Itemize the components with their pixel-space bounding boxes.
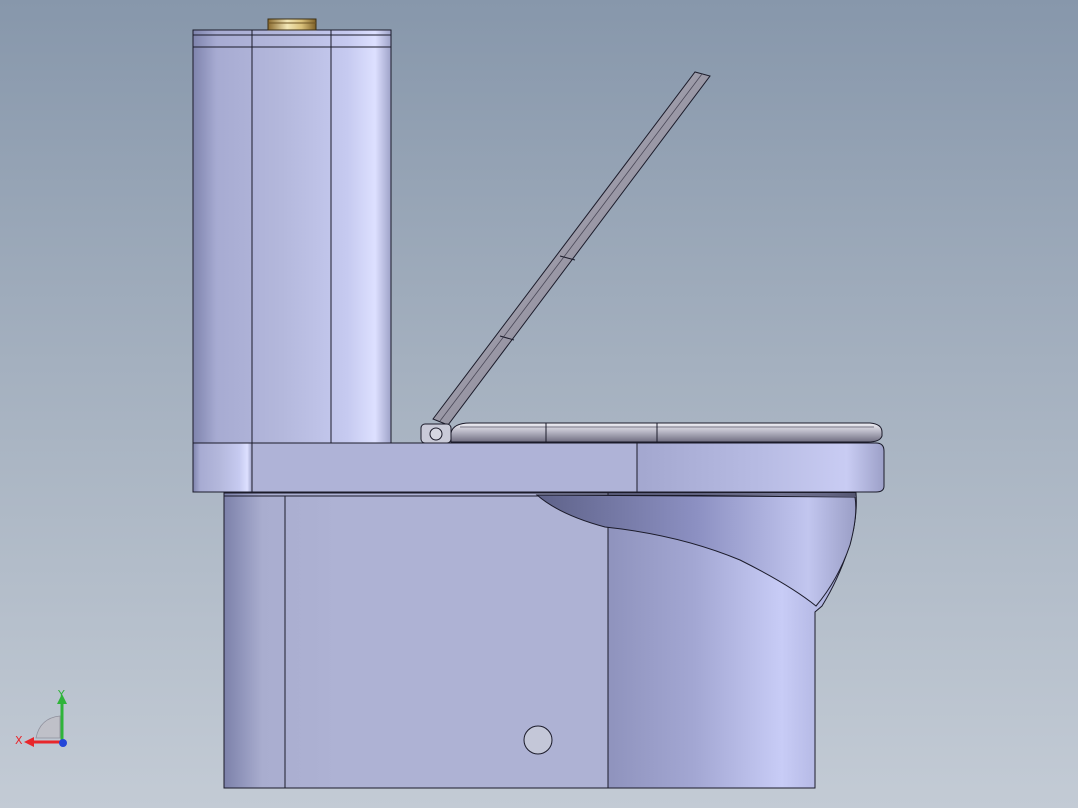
- bowl-rim[interactable]: [192, 442, 885, 493]
- graphics-viewport[interactable]: Y X: [0, 0, 1078, 808]
- seat-ring[interactable]: [450, 422, 883, 443]
- triad-plane-icon: [35, 715, 61, 739]
- x-axis-arrowhead-icon: [24, 737, 34, 747]
- drain-hole[interactable]: [523, 725, 553, 755]
- axis-triad: Y X: [15, 688, 67, 747]
- z-axis-dot-icon: [59, 739, 67, 747]
- x-axis-label: X: [15, 734, 23, 747]
- y-axis-label: Y: [57, 688, 65, 701]
- seat-lid[interactable]: [432, 71, 711, 426]
- tank-cap-button[interactable]: [267, 18, 317, 31]
- toilet-model[interactable]: [0, 0, 1078, 808]
- hinge[interactable]: [420, 423, 452, 444]
- tank[interactable]: [192, 29, 392, 444]
